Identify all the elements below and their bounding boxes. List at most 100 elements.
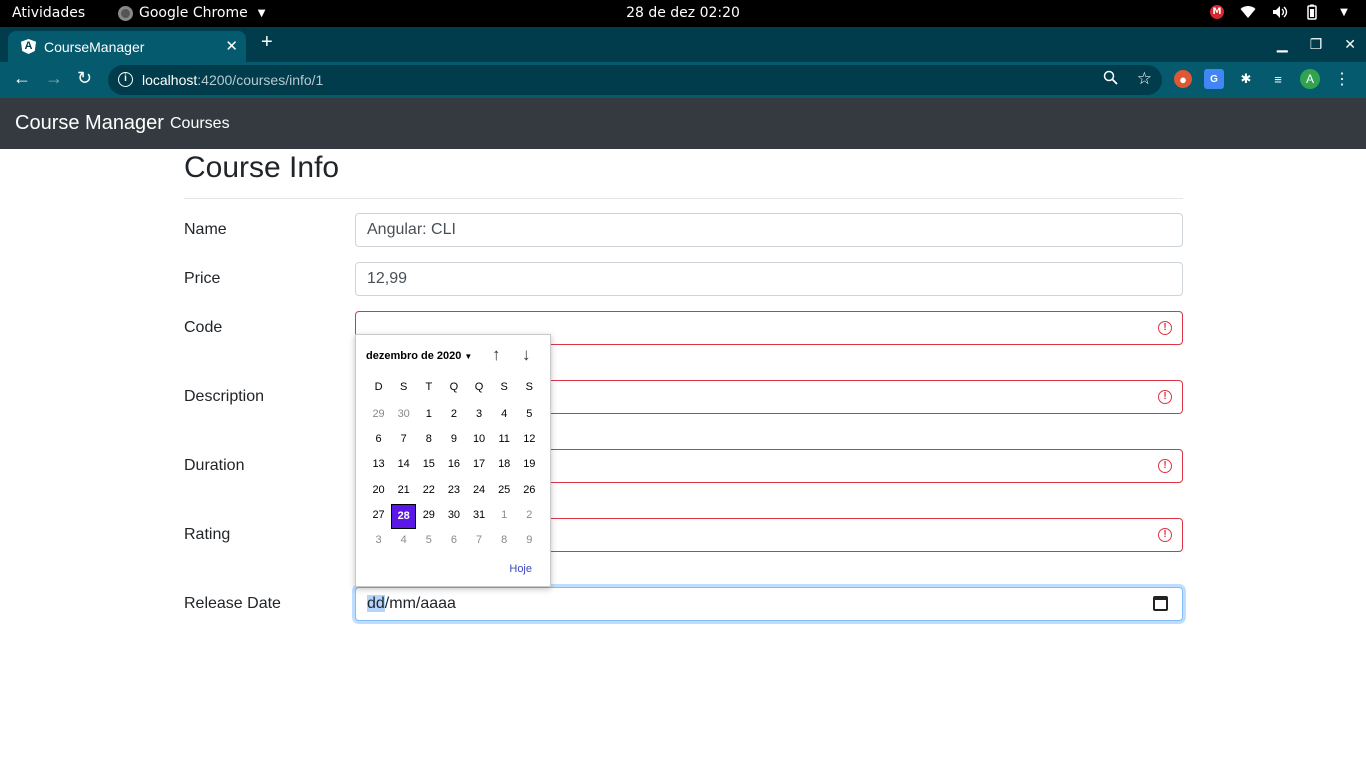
- day-cell[interactable]: 2: [517, 504, 542, 529]
- day-cell[interactable]: 17: [467, 453, 492, 478]
- close-tab-icon[interactable]: ✕: [225, 37, 238, 55]
- extensions-area: ● G ✱ ≡ A ⋮: [1174, 69, 1352, 89]
- reload-icon[interactable]: ↻: [77, 68, 92, 89]
- next-month-arrow-icon[interactable]: ↓: [522, 345, 531, 365]
- google-translate-extension-icon[interactable]: G: [1204, 69, 1224, 89]
- day-cell[interactable]: 4: [492, 403, 517, 428]
- volume-icon[interactable]: [1272, 4, 1288, 20]
- battery-icon[interactable]: [1304, 4, 1320, 20]
- activities-button[interactable]: Atividades: [12, 5, 85, 21]
- weekday-label: D: [374, 381, 383, 393]
- day-cell[interactable]: 10: [467, 428, 492, 453]
- price-input[interactable]: 12,99: [355, 262, 1183, 296]
- page-title: Course Info: [184, 151, 340, 184]
- duckduckgo-extension-icon[interactable]: ●: [1174, 70, 1192, 88]
- day-cell[interactable]: 11: [492, 428, 517, 453]
- day-cell[interactable]: 6: [441, 529, 466, 554]
- day-cell[interactable]: 23: [441, 479, 466, 504]
- day-cell[interactable]: 6: [366, 428, 391, 453]
- forward-icon[interactable]: →: [45, 68, 63, 89]
- navbar-brand[interactable]: Course Manager: [15, 112, 164, 135]
- day-cell[interactable]: 4: [391, 529, 416, 554]
- error-icon: !: [1158, 321, 1172, 335]
- day-cell[interactable]: 26: [517, 479, 542, 504]
- day-cell[interactable]: 19: [517, 453, 542, 478]
- day-cell[interactable]: 24: [467, 479, 492, 504]
- day-cell[interactable]: 25: [492, 479, 517, 504]
- day-cell[interactable]: 30: [441, 504, 466, 529]
- date-day-segment[interactable]: dd: [367, 595, 385, 612]
- tab-coursemanager[interactable]: A CourseManager ✕: [8, 31, 246, 62]
- day-grid: 29 30 1 2 3 4 5 6 7 8 9 10 11 12 13 14 15 16 17 18 19 20 21 22 2…: [366, 403, 542, 554]
- zoom-icon[interactable]: [1103, 70, 1118, 89]
- day-cell[interactable]: 3: [467, 403, 492, 428]
- day-cell[interactable]: 18: [492, 453, 517, 478]
- site-info-icon[interactable]: i: [118, 72, 133, 87]
- chrome-menu-icon[interactable]: ⋮: [1332, 69, 1352, 89]
- day-cell[interactable]: 7: [391, 428, 416, 453]
- previous-month-arrow-icon[interactable]: ↑: [492, 345, 501, 365]
- app-menu[interactable]: Google Chrome ▼: [118, 5, 265, 21]
- day-cell[interactable]: 8: [492, 529, 517, 554]
- close-window-icon[interactable]: ✕: [1344, 36, 1356, 53]
- restore-icon[interactable]: ❐: [1310, 36, 1323, 53]
- day-cell[interactable]: 15: [416, 453, 441, 478]
- weekday-label: S: [500, 381, 508, 393]
- weekday-label: S: [400, 381, 408, 393]
- url-text[interactable]: localhost:4200/courses/info/1: [142, 72, 323, 88]
- bookmark-star-icon[interactable]: ☆: [1137, 69, 1152, 89]
- mega-sync-icon[interactable]: M: [1210, 5, 1224, 19]
- today-button[interactable]: Hoje: [509, 563, 532, 575]
- back-icon[interactable]: ←: [13, 68, 31, 89]
- code-label: Code: [184, 319, 223, 336]
- day-cell[interactable]: 14: [391, 453, 416, 478]
- day-cell[interactable]: 8: [416, 428, 441, 453]
- name-input[interactable]: Angular: CLI: [355, 213, 1183, 247]
- day-cell[interactable]: 7: [467, 529, 492, 554]
- system-tray[interactable]: M ▼: [1210, 4, 1352, 20]
- day-cell[interactable]: 22: [416, 479, 441, 504]
- new-tab-button[interactable]: +: [261, 32, 273, 52]
- day-cell[interactable]: 5: [517, 403, 542, 428]
- day-cell[interactable]: 5: [416, 529, 441, 554]
- day-cell[interactable]: 9: [441, 428, 466, 453]
- day-cell[interactable]: 30: [391, 403, 416, 428]
- description-label: Description: [184, 388, 265, 405]
- date-rest-segment[interactable]: /mm/aaaa: [385, 595, 456, 612]
- calendar-icon[interactable]: [1153, 596, 1168, 611]
- day-cell[interactable]: 16: [441, 453, 466, 478]
- angular-favicon-icon: A: [21, 39, 36, 54]
- weekday-label: T: [425, 381, 433, 393]
- month-year-selector[interactable]: dezembro de 2020 ▼: [366, 350, 472, 362]
- nav-link-courses[interactable]: Courses: [170, 115, 230, 133]
- price-label: Price: [184, 270, 221, 287]
- release-date-input[interactable]: dd/mm/aaaa: [355, 587, 1183, 621]
- day-cell[interactable]: 20: [366, 479, 391, 504]
- day-cell[interactable]: 29: [366, 403, 391, 428]
- chrome-icon: [118, 5, 133, 21]
- day-cell-selected[interactable]: 28: [391, 503, 417, 529]
- system-top-bar: Atividades Google Chrome ▼ 28 de dez 02:…: [0, 0, 1366, 27]
- media-control-icon[interactable]: ≡: [1268, 69, 1288, 89]
- day-cell[interactable]: 3: [366, 529, 391, 554]
- day-cell[interactable]: 29: [416, 504, 441, 529]
- profile-avatar[interactable]: A: [1300, 69, 1320, 89]
- wifi-icon[interactable]: [1240, 4, 1256, 20]
- day-cell[interactable]: 27: [366, 504, 391, 529]
- day-cell[interactable]: 13: [366, 453, 391, 478]
- power-menu-caret-icon[interactable]: ▼: [1336, 4, 1352, 20]
- day-cell[interactable]: 31: [467, 504, 492, 529]
- day-cell[interactable]: 21: [391, 479, 416, 504]
- day-cell[interactable]: 1: [492, 504, 517, 529]
- caret-down-icon: ▼: [257, 7, 266, 19]
- minimize-icon[interactable]: ▁: [1277, 36, 1288, 53]
- day-cell[interactable]: 9: [517, 529, 542, 554]
- duration-label: Duration: [184, 457, 245, 474]
- error-icon: !: [1158, 528, 1172, 542]
- day-cell[interactable]: 2: [441, 403, 466, 428]
- extensions-puzzle-icon[interactable]: ✱: [1236, 69, 1256, 89]
- day-cell[interactable]: 1: [416, 403, 441, 428]
- address-bar[interactable]: i localhost:4200/courses/info/1 ☆: [108, 65, 1162, 95]
- day-cell[interactable]: 12: [517, 428, 542, 453]
- weekday-label: S: [525, 381, 533, 393]
